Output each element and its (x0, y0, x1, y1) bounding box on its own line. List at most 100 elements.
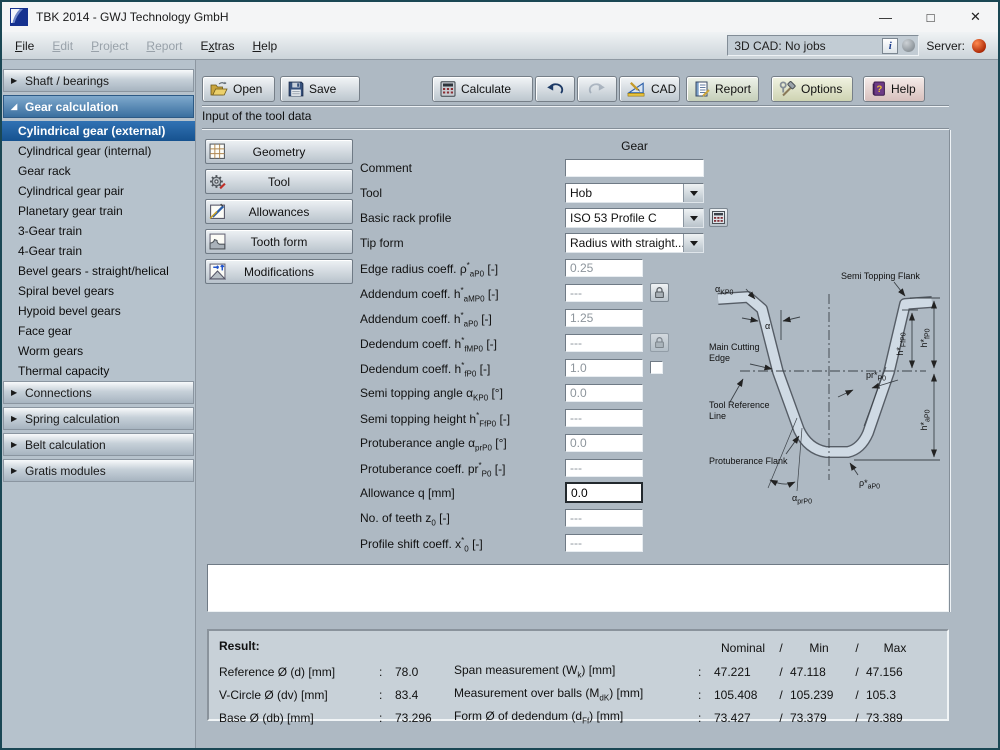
tool-button[interactable]: Tool (205, 169, 353, 194)
form-row-addendum-coeff-amp0: Addendum coeff. h*aMP0 [-] --- (357, 282, 757, 307)
menu-file[interactable]: File (6, 34, 43, 58)
select-tip-form[interactable]: Radius with straight... (565, 233, 704, 253)
result-colon: : (698, 687, 702, 702)
sidebar-item-cylindrical-gear-external[interactable]: Cylindrical gear (external) (2, 121, 195, 141)
result-header-nominal: Nominal (720, 641, 765, 655)
sidebar-group-connections[interactable]: ▶ Connections (3, 381, 194, 404)
input-protuberance-angle[interactable]: 0.0 (565, 434, 643, 452)
result-value-max: 73.389 (866, 710, 903, 725)
input-protuberance-coeff[interactable]: --- (565, 459, 643, 477)
menu-help[interactable]: Help (243, 34, 286, 58)
sidebar: ▶ Shaft / bearings ◢ Gear calculation Cylind… (2, 60, 196, 748)
chevron-down-icon[interactable] (683, 234, 703, 252)
input-dedendum-coeff-fmp0[interactable]: --- (565, 334, 643, 352)
undo-button[interactable] (535, 76, 575, 102)
sidebar-item-4-gear-train[interactable]: 4-Gear train (2, 241, 195, 261)
sidebar-item-face-gear[interactable]: Face gear (2, 321, 195, 341)
form-row-tip-form: Tip form Radius with straight... (357, 232, 757, 257)
sidebar-item-cylindrical-gear-pair[interactable]: Cylindrical gear pair (2, 181, 195, 201)
menu-extras[interactable]: Extras (191, 34, 243, 58)
lock-button-addendum-coeff-amp0[interactable] (650, 283, 669, 302)
geometry-button[interactable]: Geometry (205, 139, 353, 164)
menu-report: Report (146, 38, 183, 53)
options-tools-icon (779, 81, 796, 97)
maximize-button[interactable]: □ (908, 2, 953, 32)
sidebar-group-belt-calculation[interactable]: ▶ Belt calculation (3, 433, 194, 456)
field-label-allowance-q: Allowance q [mm] (360, 486, 455, 500)
collapsed-triangle-icon: ▶ (11, 466, 18, 475)
collapsed-triangle-icon: ▶ (11, 388, 18, 397)
save-button-label: Save (309, 82, 337, 96)
result-value-nominal: 47.221 (714, 664, 751, 679)
sidebar-item-planetary-gear-train[interactable]: Planetary gear train (2, 201, 195, 221)
input-dedendum-coeff-fp0[interactable]: 1.0 (565, 359, 643, 377)
cad-status-box: 3D CAD: No jobs i (727, 35, 920, 56)
help-book-icon: ? (871, 81, 886, 97)
sidebar-group-shaft-bearings[interactable]: ▶ Shaft / bearings (3, 69, 194, 92)
separator-line (202, 128, 949, 130)
allowances-button-label: Allowances (248, 205, 310, 219)
sidebar-item-thermal-capacity[interactable]: Thermal capacity (2, 361, 195, 381)
modifications-button[interactable]: Modifications (205, 259, 353, 284)
select-value: Radius with straight... (570, 236, 683, 250)
section-title: Input of the tool data (202, 109, 312, 123)
result-separator: / (779, 710, 783, 725)
sidebar-item-3-gear-train[interactable]: 3-Gear train (2, 221, 195, 241)
form-row-profile-shift-coeff: Profile shift coeff. x*0 [-] --- (357, 532, 757, 557)
sidebar-item-bevel-gears-straight-helical[interactable]: Bevel gears - straight/helical (2, 261, 195, 281)
field-label-edge-radius-coeff: Edge radius coeff. ρ*aP0 [-] (360, 261, 499, 279)
geometry-button-label: Geometry (252, 145, 306, 159)
sidebar-group-spring-calculation[interactable]: ▶ Spring calculation (3, 407, 194, 430)
calculate-button[interactable]: Calculate (432, 76, 533, 102)
profile-calc-button[interactable] (709, 208, 728, 227)
input-semi-topping-height[interactable]: --- (565, 409, 643, 427)
allowances-button[interactable]: Allowances (205, 199, 353, 224)
input-addendum-coeff-amp0[interactable]: --- (565, 284, 643, 302)
result-colon: : (379, 664, 383, 679)
minimize-button[interactable]: — (863, 2, 908, 32)
input-addendum-coeff-ap0[interactable]: 1.25 (565, 309, 643, 327)
sidebar-item-cylindrical-gear-internal[interactable]: Cylindrical gear (internal) (2, 141, 195, 161)
report-button[interactable]: Report (686, 76, 759, 102)
result-colon: : (698, 664, 702, 679)
field-label-no-of-teeth: No. of teeth z0 [-] (360, 511, 450, 528)
sidebar-group-gear-calculation[interactable]: ◢ Gear calculation (3, 95, 194, 118)
info-button[interactable]: i (882, 37, 899, 54)
diagram-label-main-cutting-edge: Main Cutting (709, 342, 760, 352)
sidebar-group-gratis-modules[interactable]: ▶ Gratis modules (3, 459, 194, 482)
modifications-button-label: Modifications (243, 265, 315, 279)
tooth-form-button[interactable]: Tooth form (205, 229, 353, 254)
chevron-down-icon[interactable] (683, 209, 703, 227)
field-label-profile-shift-coeff: Profile shift coeff. x*0 [-] (360, 536, 483, 554)
collapsed-triangle-icon: ▶ (11, 76, 18, 85)
message-output-box[interactable] (207, 564, 949, 612)
diagram-label-alpha: α (765, 321, 770, 331)
input-profile-shift-coeff[interactable]: --- (565, 534, 643, 552)
input-semi-topping-angle[interactable]: 0.0 (565, 384, 643, 402)
window-controls: — □ ✕ (863, 2, 998, 32)
input-edge-radius-coeff[interactable]: 0.25 (565, 259, 643, 277)
result-left-table: Reference Ø (d) [mm]:78.0 V-Circle Ø (dv)… (219, 660, 483, 729)
cad-button[interactable]: CAD (619, 76, 680, 102)
checkbox-dedendum-coeff-fp0[interactable] (650, 361, 663, 374)
sidebar-item-worm-gears[interactable]: Worm gears (2, 341, 195, 361)
input-comment[interactable] (565, 159, 704, 177)
field-label-protuberance-coeff: Protuberance coeff. pr*P0 [-] (360, 461, 506, 479)
menu-items: File Edit Project Report Extras Help (6, 34, 286, 58)
open-button-label: Open (233, 82, 263, 96)
sidebar-item-hypoid-bevel-gears[interactable]: Hypoid bevel gears (2, 301, 195, 321)
chevron-down-icon[interactable] (683, 184, 703, 202)
close-button[interactable]: ✕ (953, 2, 998, 32)
sidebar-item-gear-rack[interactable]: Gear rack (2, 161, 195, 181)
save-button[interactable]: Save (280, 76, 360, 102)
field-label-semi-topping-height: Semi topping height h*FfP0 [-] (360, 411, 511, 429)
open-button[interactable]: Open (202, 76, 275, 102)
help-button[interactable]: ? Help (863, 76, 925, 102)
input-allowance-q[interactable]: 0.0 (565, 482, 643, 503)
calculator-icon (440, 81, 456, 97)
input-no-of-teeth[interactable]: --- (565, 509, 643, 527)
options-button[interactable]: Options (771, 76, 853, 102)
select-basic-rack-profile[interactable]: ISO 53 Profile C (565, 208, 704, 228)
select-tool[interactable]: Hob (565, 183, 704, 203)
sidebar-item-spiral-bevel-gears[interactable]: Spiral bevel gears (2, 281, 195, 301)
